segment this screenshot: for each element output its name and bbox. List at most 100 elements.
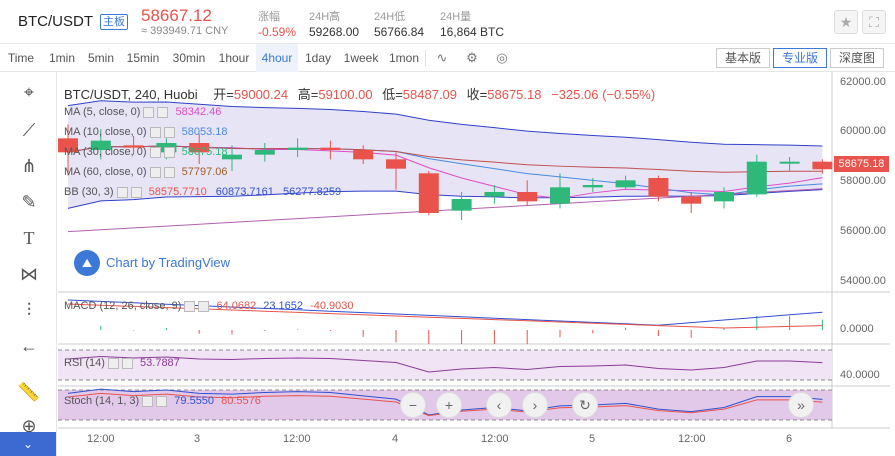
close-icon[interactable] (198, 300, 210, 312)
ma5-value: 58342.46 (175, 106, 222, 118)
scroll-right-button[interactable]: › (522, 392, 548, 418)
watermark-text: Chart by TradingView (106, 255, 231, 270)
candle-body (287, 147, 308, 150)
chart-title: BTC/USDT, 240, Huobi (64, 87, 198, 102)
zoom-out-button[interactable]: − (400, 392, 426, 418)
ma30-label: MA (30, close, 0) (64, 146, 147, 158)
macd-value-2: 23.1652 (263, 300, 304, 312)
close-icon[interactable] (163, 126, 175, 138)
candle-body (714, 192, 734, 202)
time-tick: 12:00 (87, 433, 115, 445)
bb-value-3: 56277.8259 (282, 186, 342, 198)
bb-legend: BB (30, 3) 58575.7710 60873.7161 56277.8… (64, 186, 341, 198)
ma60-value: 57797.06 (181, 166, 228, 178)
macd-legend: MACD (12, 26, close, 9) 64.0682 23.1652 … (64, 300, 354, 312)
candle-body (615, 180, 636, 188)
candle-body (681, 196, 702, 204)
candle-body (779, 161, 800, 164)
macd-label: MACD (12, 26, close, 9) (64, 300, 182, 312)
close-icon[interactable] (157, 106, 169, 118)
close-icon[interactable] (121, 357, 133, 369)
price-tick: 56000.00 (840, 225, 886, 237)
candle-body (648, 178, 669, 197)
candle-body (746, 161, 767, 195)
chart-title-line: BTC/USDT, 240, Huobi 开=59000.24 高=59100.… (64, 84, 655, 103)
stoch-legend: Stoch (14, 1, 3) 79.5550 80.5576 (64, 395, 261, 407)
rsi-legend: RSI (14) 53.7887 (64, 357, 180, 369)
close-label: 收= (466, 87, 488, 102)
time-tick: 3 (194, 433, 201, 445)
price-tick: 60000.00 (840, 125, 886, 137)
eye-icon[interactable] (142, 395, 154, 407)
ma30-legend: MA (30, close, 0) 58675.18 (64, 146, 228, 158)
price-tick: 54000.00 (840, 275, 886, 287)
rsi-axis-tick: 40.0000 (840, 369, 880, 381)
close-icon[interactable] (130, 186, 142, 198)
ma60-label: MA (60, close, 0) (64, 166, 147, 178)
candle-body (418, 173, 439, 213)
eye-icon[interactable] (143, 106, 155, 118)
close-value: 58675.18 (487, 87, 542, 102)
eye-icon[interactable] (149, 166, 161, 178)
candle-body (353, 150, 374, 160)
bb-label: BB (30, 3) (64, 186, 114, 198)
time-tick: 12:00 (481, 433, 509, 445)
close-icon[interactable] (156, 395, 168, 407)
reset-view-button[interactable]: ↻ (572, 392, 598, 418)
candle-body (320, 147, 341, 150)
candle-body (386, 159, 406, 169)
scroll-to-end-button[interactable]: » (788, 392, 814, 418)
candle-body (517, 192, 538, 202)
candle-body (484, 192, 505, 197)
tradingview-watermark[interactable]: ⛰ Chart by TradingView (74, 250, 230, 276)
ma60-legend: MA (60, close, 0) 57797.06 (64, 166, 228, 178)
stoch-value-1: 79.5550 (174, 395, 215, 407)
price-chart[interactable] (0, 0, 895, 456)
candle-body (582, 185, 603, 188)
scroll-left-button[interactable]: ‹ (486, 392, 512, 418)
macd-value-3: -40.9030 (310, 300, 354, 312)
stoch-value-2: 80.5576 (221, 395, 261, 407)
ma10-legend: MA (10, close, 0) 58053.18 (64, 126, 228, 138)
time-tick: 4 (392, 433, 399, 445)
price-tick: 58000.00 (840, 175, 886, 187)
eye-icon[interactable] (149, 146, 161, 158)
bb-value-1: 58575.7710 (148, 186, 207, 198)
rsi-label: RSI (14) (64, 357, 105, 369)
stoch-label: Stoch (14, 1, 3) (64, 395, 140, 407)
candle-body (451, 199, 472, 211)
macd-value-1: 64.0682 (216, 300, 257, 312)
ma30-value: 58675.18 (181, 146, 228, 158)
price-tick: 62000.00 (840, 76, 886, 88)
time-tick: 12:00 (283, 433, 311, 445)
change-text: −325.06 (−0.55%) (551, 87, 656, 102)
eye-icon[interactable] (184, 300, 196, 312)
low-label: 低= (382, 87, 403, 102)
time-tick: 12:00 (678, 433, 706, 445)
high-label: 高= (297, 87, 319, 102)
ma10-value: 58053.18 (181, 126, 228, 138)
ma5-legend: MA (5, close, 0) 58342.46 (64, 106, 221, 118)
bb-value-2: 60873.7161 (215, 186, 274, 198)
high-value: 59100.00 (318, 87, 373, 102)
rsi-value: 53.7887 (140, 357, 180, 369)
candle-body (812, 161, 833, 170)
low-value: 58487.09 (402, 87, 458, 102)
eye-icon[interactable] (107, 357, 119, 369)
time-tick: 5 (589, 433, 596, 445)
candle-body (254, 150, 275, 155)
eye-icon[interactable] (149, 126, 161, 138)
current-price-tag: 58675.18 (834, 156, 889, 172)
close-icon[interactable] (163, 146, 175, 158)
open-value: 59000.24 (233, 87, 289, 102)
tradingview-logo-icon: ⛰ (74, 250, 100, 276)
candle-body (550, 187, 570, 204)
ma5-label: MA (5, close, 0) (64, 106, 141, 118)
open-label: 开= (213, 87, 234, 102)
eye-icon[interactable] (116, 186, 128, 198)
ma10-label: MA (10, close, 0) (64, 126, 147, 138)
time-tick: 6 (786, 433, 793, 445)
close-icon[interactable] (163, 166, 175, 178)
macd-axis-tick: 0.0000 (840, 323, 874, 335)
zoom-in-button[interactable]: + (436, 392, 462, 418)
